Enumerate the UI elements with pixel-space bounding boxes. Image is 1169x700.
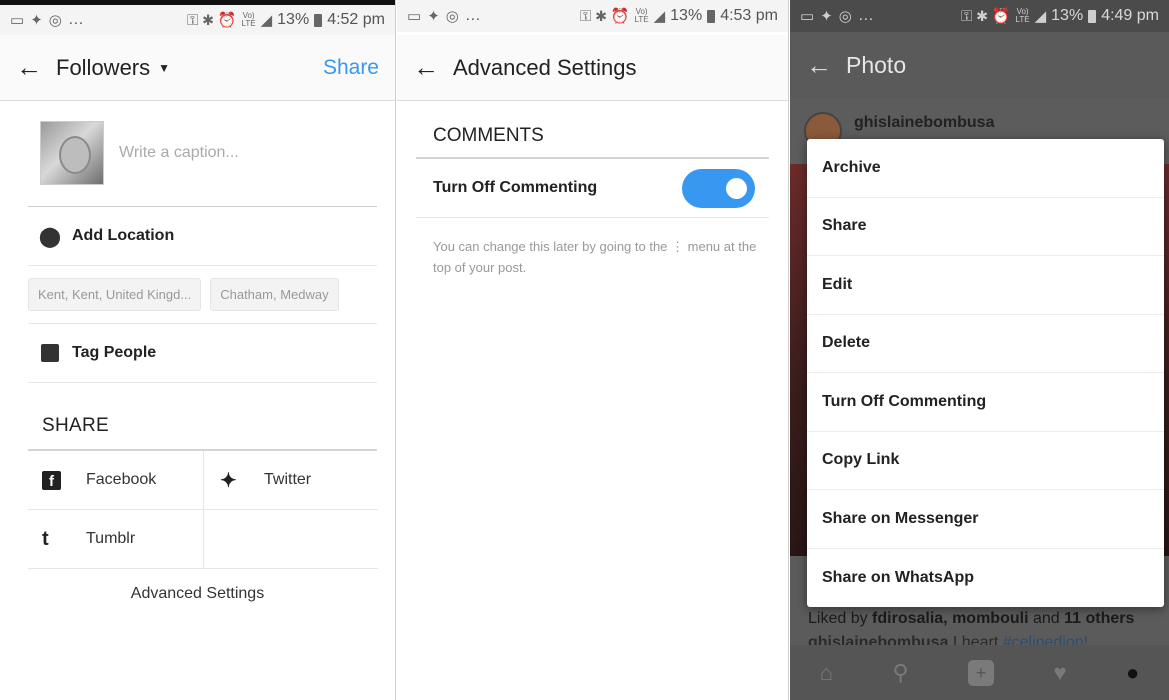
turn-off-commenting-toggle[interactable]: [682, 168, 755, 208]
menu-archive[interactable]: Archive: [807, 139, 1164, 198]
facebook-label: Facebook: [86, 471, 157, 488]
share-twitter[interactable]: ✦ Twitter: [203, 451, 378, 510]
more-notifications: …: [464, 7, 481, 24]
back-arrow-icon[interactable]: ←: [806, 50, 846, 81]
gallery-icon: ▭: [10, 12, 25, 29]
turn-off-commenting-row: Turn Off Commenting: [416, 159, 769, 218]
twitter-notification-icon: ✦: [30, 12, 43, 29]
likes-line: Liked by fdirosalia, mombouli and 11 oth…: [808, 610, 1169, 628]
post-options-menu: Archive Share Edit Delete Turn Off Comme…: [807, 139, 1164, 607]
more-notifications: …: [67, 11, 84, 28]
tumblr-label: Tumblr: [86, 530, 136, 547]
battery-percent: 13%: [1051, 7, 1084, 24]
signal-icons: ⚿ ✱ ⏰: [579, 8, 630, 25]
add-location-label: Add Location: [72, 227, 175, 244]
more-notifications: …: [857, 7, 874, 24]
help-text: You can change this later by going to th…: [433, 239, 757, 275]
menu-edit[interactable]: Edit: [807, 256, 1164, 315]
share-targets: f Facebook ✦ Twitter t Tumblr: [28, 451, 378, 569]
home-icon[interactable]: ⌂: [820, 660, 833, 686]
location-pin-icon: ⬤: [38, 225, 62, 248]
location-chip[interactable]: Kent, Kent, United Kingd...: [28, 278, 202, 311]
advanced-settings-link[interactable]: Advanced Settings: [0, 585, 395, 603]
twitter-label: Twitter: [264, 471, 312, 488]
poster-username[interactable]: ghislainebombusa: [854, 114, 994, 132]
add-location-row[interactable]: ⬤ Add Location: [28, 207, 377, 266]
back-arrow-icon[interactable]: ←: [413, 52, 453, 83]
facebook-icon: f: [42, 469, 72, 492]
location-chip[interactable]: Chatham, Medway: [210, 278, 339, 311]
search-icon[interactable]: ⚲: [892, 660, 908, 686]
twitter-notification-icon: ✦: [427, 8, 440, 25]
menu-share-whatsapp[interactable]: Share on WhatsApp: [807, 549, 1164, 608]
tag-people-row[interactable]: Tag People: [28, 324, 377, 383]
menu-share[interactable]: Share: [807, 198, 1164, 256]
tag-people-label: Tag People: [72, 344, 157, 361]
comments-heading: COMMENTS: [416, 125, 769, 159]
lte-icon: Vo) LTE: [634, 7, 649, 24]
back-arrow-icon[interactable]: ←: [16, 52, 56, 83]
caption-input[interactable]: Write a caption...: [119, 144, 239, 162]
share-button[interactable]: Share: [323, 56, 379, 80]
wifi-icon: ◢: [260, 12, 273, 29]
page-title: Advanced Settings: [453, 54, 637, 80]
photo-screen: ▭ ✦ ◎ … ⚿ ✱ ⏰ Vo) LTE ◢ 13% 4:49 pm ← Photo ghis…: [790, 0, 1169, 700]
twitter-icon: ✦: [220, 469, 237, 492]
signal-icons: ⚿ ✱ ⏰: [186, 12, 237, 29]
twitter-notification-icon: ✦: [820, 8, 833, 25]
profile-icon[interactable]: ●: [1126, 660, 1139, 686]
heart-icon[interactable]: ♥: [1053, 660, 1066, 686]
turn-off-commenting-label: Turn Off Commenting: [433, 179, 598, 196]
lte-icon: Vo) LTE: [1015, 7, 1030, 24]
share-empty-cell: [203, 510, 378, 569]
tag-people-icon: [28, 344, 72, 362]
top-app-bar: ← Followers ▼ Share: [0, 35, 395, 101]
status-bar: ▭ ✦ ◎ … ⚿ ✱ ⏰ Vo) LTE ◢ 13% 4:52 pm: [0, 0, 395, 35]
menu-share-messenger[interactable]: Share on Messenger: [807, 490, 1164, 549]
battery-percent: 13%: [277, 11, 310, 28]
likes-users[interactable]: fdirosalia, mombouli: [872, 610, 1028, 627]
tumblr-icon: t: [42, 527, 49, 550]
top-app-bar: ← Advanced Settings: [397, 35, 788, 101]
menu-delete[interactable]: Delete: [807, 315, 1164, 373]
share-heading: SHARE: [28, 383, 377, 451]
gallery-icon: ▭: [407, 8, 422, 25]
signal-icons: ⚿ ✱ ⏰: [960, 8, 1011, 25]
likes-count[interactable]: 11 others: [1064, 610, 1134, 627]
dropdown-caret-icon[interactable]: ▼: [158, 61, 170, 75]
wifi-icon: ◢: [653, 8, 666, 25]
likes-mid: and: [1028, 610, 1065, 627]
status-bar: ▭ ✦ ◎ … ⚿ ✱ ⏰ Vo) LTE ◢ 13% 4:53 pm: [397, 0, 788, 32]
lte-icon: Vo) LTE: [241, 11, 256, 28]
clock-icon: ◎: [48, 12, 62, 29]
gallery-icon: ▭: [800, 8, 815, 25]
menu-turn-off-commenting[interactable]: Turn Off Commenting: [807, 373, 1164, 432]
page-title: Photo: [846, 51, 907, 78]
battery-icon: [707, 9, 716, 23]
status-bar: ▭ ✦ ◎ … ⚿ ✱ ⏰ Vo) LTE ◢ 13% 4:49 pm: [790, 0, 1169, 32]
battery-icon: [314, 13, 323, 27]
share-facebook[interactable]: f Facebook: [28, 451, 203, 510]
clock-icon: ◎: [445, 8, 459, 25]
share-tumblr[interactable]: t Tumblr: [28, 510, 203, 569]
wifi-icon: ◢: [1034, 8, 1047, 25]
menu-copy-link[interactable]: Copy Link: [807, 432, 1164, 490]
likes-prefix: Liked by: [808, 610, 873, 627]
photo-thumbnail: [40, 120, 104, 185]
battery-percent: 13%: [670, 7, 703, 24]
clock-time: 4:53 pm: [720, 7, 778, 24]
add-post-icon[interactable]: +: [968, 659, 995, 686]
audience-selector[interactable]: Followers: [56, 55, 150, 81]
new-post-screen: ▭ ✦ ◎ … ⚿ ✱ ⏰ Vo) LTE ◢ 13% 4:52 pm ← Followers …: [0, 0, 396, 700]
clock-icon: ◎: [838, 8, 852, 25]
clock-time: 4:52 pm: [327, 11, 385, 28]
clock-time: 4:49 pm: [1101, 7, 1159, 24]
top-app-bar: ← Photo: [790, 32, 1169, 98]
advanced-settings-screen: ▭ ✦ ◎ … ⚿ ✱ ⏰ Vo) LTE ◢ 13% 4:53 pm ← Advanced S…: [397, 0, 789, 700]
toggle-knob: [726, 177, 747, 199]
battery-icon: [1088, 9, 1097, 23]
bottom-tab-bar: ⌂ ⚲ + ♥ ●: [790, 645, 1169, 700]
caption-row: Write a caption...: [28, 113, 377, 207]
location-suggestions: Kent, Kent, United Kingd... Chatham, Med…: [28, 266, 377, 324]
